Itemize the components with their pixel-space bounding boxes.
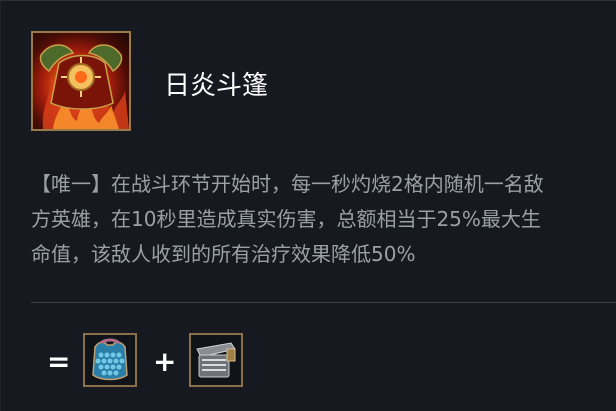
divider	[31, 302, 616, 303]
giants-belt-icon[interactable]	[189, 333, 243, 387]
plus-sign: +	[153, 345, 177, 378]
item-name: 日炎斗篷	[164, 71, 269, 101]
description-line: 命值，该敌人收到的所有治疗效果降低50%	[31, 242, 416, 266]
recipe-row: = +	[1, 331, 616, 391]
description-line: 【唯一】在战斗环节开始时，每一秒灼烧2格内随机一名敌	[31, 172, 544, 196]
chain-vest-icon[interactable]	[83, 333, 137, 387]
item-description: 【唯一】在战斗环节开始时，每一秒灼烧2格内随机一名敌 方英雄，在10秒里造成真实…	[31, 167, 616, 272]
description-line: 方英雄，在10秒里造成真实伤害，总额相当于25%最大生	[31, 207, 541, 231]
sunfire-cape-icon	[31, 31, 131, 131]
item-tooltip: 日炎斗篷 【唯一】在战斗环节开始时，每一秒灼烧2格内随机一名敌 方英雄，在10秒…	[0, 0, 616, 411]
equals-sign: =	[47, 345, 71, 378]
